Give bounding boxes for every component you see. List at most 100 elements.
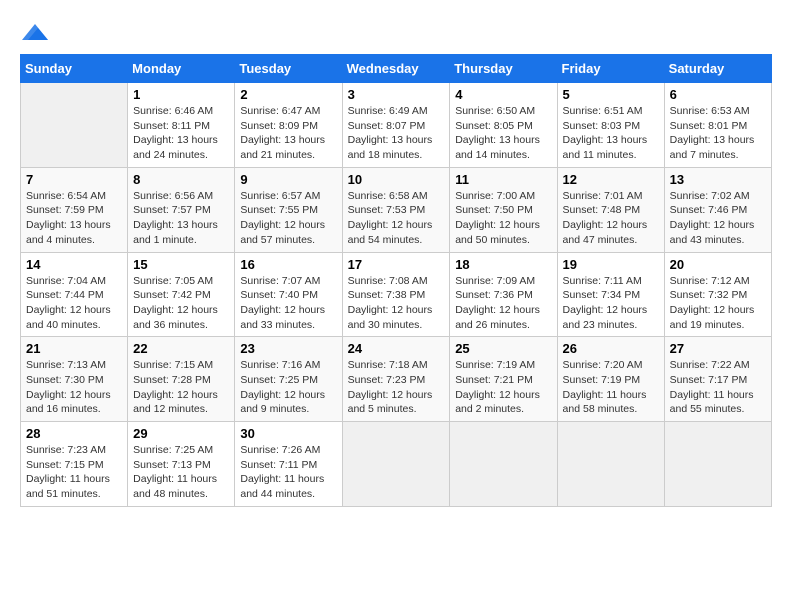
day-number: 28 [26, 426, 122, 441]
day-info: Sunrise: 6:58 AMSunset: 7:53 PMDaylight:… [348, 189, 445, 248]
day-info: Sunrise: 7:16 AMSunset: 7:25 PMDaylight:… [240, 358, 336, 417]
day-number: 26 [563, 341, 659, 356]
week-row-4: 21 Sunrise: 7:13 AMSunset: 7:30 PMDayligh… [21, 337, 772, 422]
calendar-cell: 30 Sunrise: 7:26 AMSunset: 7:11 PMDayligh… [235, 422, 342, 507]
calendar-cell [342, 422, 450, 507]
calendar-cell: 9 Sunrise: 6:57 AMSunset: 7:55 PMDaylight… [235, 167, 342, 252]
day-info: Sunrise: 7:09 AMSunset: 7:36 PMDaylight:… [455, 274, 551, 333]
day-info: Sunrise: 7:15 AMSunset: 7:28 PMDaylight:… [133, 358, 229, 417]
calendar-cell: 4 Sunrise: 6:50 AMSunset: 8:05 PMDaylight… [450, 83, 557, 168]
day-number: 23 [240, 341, 336, 356]
day-number: 1 [133, 87, 229, 102]
day-info: Sunrise: 7:07 AMSunset: 7:40 PMDaylight:… [240, 274, 336, 333]
day-number: 30 [240, 426, 336, 441]
weekday-header-sunday: Sunday [21, 55, 128, 83]
calendar-cell [450, 422, 557, 507]
day-number: 19 [563, 257, 659, 272]
day-info: Sunrise: 7:26 AMSunset: 7:11 PMDaylight:… [240, 443, 336, 502]
week-row-5: 28 Sunrise: 7:23 AMSunset: 7:15 PMDayligh… [21, 422, 772, 507]
calendar-cell [557, 422, 664, 507]
day-number: 13 [670, 172, 766, 187]
day-number: 25 [455, 341, 551, 356]
calendar-cell: 5Sunrise: 6:51 AMSunset: 8:03 PMDaylight… [557, 83, 664, 168]
day-info: Sunrise: 6:47 AMSunset: 8:09 PMDaylight:… [240, 104, 336, 163]
day-number: 8 [133, 172, 229, 187]
day-number: 3 [348, 87, 445, 102]
day-info: Sunrise: 6:51 AMSunset: 8:03 PMDaylight:… [563, 104, 659, 163]
day-number: 11 [455, 172, 551, 187]
page-header [20, 20, 772, 44]
day-number: 6 [670, 87, 766, 102]
calendar-table: SundayMondayTuesdayWednesdayThursdayFrid… [20, 54, 772, 507]
day-info: Sunrise: 6:49 AMSunset: 8:07 PMDaylight:… [348, 104, 445, 163]
day-info: Sunrise: 7:11 AMSunset: 7:34 PMDaylight:… [563, 274, 659, 333]
calendar-cell: 8 Sunrise: 6:56 AMSunset: 7:57 PMDaylight… [128, 167, 235, 252]
calendar-cell: 15 Sunrise: 7:05 AMSunset: 7:42 PMDayligh… [128, 252, 235, 337]
calendar-cell: 11Sunrise: 7:00 AMSunset: 7:50 PMDayligh… [450, 167, 557, 252]
calendar-cell: 3 Sunrise: 6:49 AMSunset: 8:07 PMDaylight… [342, 83, 450, 168]
day-info: Sunrise: 7:02 AMSunset: 7:46 PMDaylight:… [670, 189, 766, 248]
day-number: 24 [348, 341, 445, 356]
calendar-cell: 26 Sunrise: 7:20 AMSunset: 7:19 PMDayligh… [557, 337, 664, 422]
calendar-cell: 17 Sunrise: 7:08 AMSunset: 7:38 PMDayligh… [342, 252, 450, 337]
week-row-3: 14Sunrise: 7:04 AMSunset: 7:44 PMDayligh… [21, 252, 772, 337]
day-number: 21 [26, 341, 122, 356]
calendar-cell: 19 Sunrise: 7:11 AMSunset: 7:34 PMDayligh… [557, 252, 664, 337]
calendar-cell: 14Sunrise: 7:04 AMSunset: 7:44 PMDayligh… [21, 252, 128, 337]
day-info: Sunrise: 7:22 AMSunset: 7:17 PMDaylight:… [670, 358, 766, 417]
calendar-cell: 25Sunrise: 7:19 AMSunset: 7:21 PMDayligh… [450, 337, 557, 422]
weekday-header-wednesday: Wednesday [342, 55, 450, 83]
day-info: Sunrise: 6:57 AMSunset: 7:55 PMDaylight:… [240, 189, 336, 248]
day-info: Sunrise: 7:12 AMSunset: 7:32 PMDaylight:… [670, 274, 766, 333]
day-info: Sunrise: 6:50 AMSunset: 8:05 PMDaylight:… [455, 104, 551, 163]
day-info: Sunrise: 7:08 AMSunset: 7:38 PMDaylight:… [348, 274, 445, 333]
week-row-2: 7 Sunrise: 6:54 AMSunset: 7:59 PMDaylight… [21, 167, 772, 252]
calendar-cell: 23 Sunrise: 7:16 AMSunset: 7:25 PMDayligh… [235, 337, 342, 422]
day-info: Sunrise: 6:54 AMSunset: 7:59 PMDaylight:… [26, 189, 122, 248]
logo-icon [20, 20, 50, 44]
calendar-cell: 21 Sunrise: 7:13 AMSunset: 7:30 PMDayligh… [21, 337, 128, 422]
calendar-cell: 29 Sunrise: 7:25 AMSunset: 7:13 PMDayligh… [128, 422, 235, 507]
day-info: Sunrise: 7:18 AMSunset: 7:23 PMDaylight:… [348, 358, 445, 417]
day-number: 22 [133, 341, 229, 356]
day-number: 27 [670, 341, 766, 356]
calendar-cell: 13 Sunrise: 7:02 AMSunset: 7:46 PMDayligh… [664, 167, 771, 252]
weekday-header-monday: Monday [128, 55, 235, 83]
calendar-cell: 6Sunrise: 6:53 AMSunset: 8:01 PMDaylight… [664, 83, 771, 168]
day-number: 29 [133, 426, 229, 441]
day-number: 10 [348, 172, 445, 187]
calendar-cell: 18 Sunrise: 7:09 AMSunset: 7:36 PMDayligh… [450, 252, 557, 337]
calendar-cell: 24 Sunrise: 7:18 AMSunset: 7:23 PMDayligh… [342, 337, 450, 422]
weekday-header-row: SundayMondayTuesdayWednesdayThursdayFrid… [21, 55, 772, 83]
week-row-1: 1 Sunrise: 6:46 AMSunset: 8:11 PMDaylight… [21, 83, 772, 168]
day-number: 4 [455, 87, 551, 102]
day-info: Sunrise: 7:01 AMSunset: 7:48 PMDaylight:… [563, 189, 659, 248]
calendar-cell: 22 Sunrise: 7:15 AMSunset: 7:28 PMDayligh… [128, 337, 235, 422]
day-info: Sunrise: 7:20 AMSunset: 7:19 PMDaylight:… [563, 358, 659, 417]
calendar-cell: 7 Sunrise: 6:54 AMSunset: 7:59 PMDaylight… [21, 167, 128, 252]
day-number: 20 [670, 257, 766, 272]
day-number: 17 [348, 257, 445, 272]
day-number: 12 [563, 172, 659, 187]
calendar-cell: 28 Sunrise: 7:23 AMSunset: 7:15 PMDayligh… [21, 422, 128, 507]
calendar-cell: 20 Sunrise: 7:12 AMSunset: 7:32 PMDayligh… [664, 252, 771, 337]
calendar-cell: 12 Sunrise: 7:01 AMSunset: 7:48 PMDayligh… [557, 167, 664, 252]
calendar-cell: 2Sunrise: 6:47 AMSunset: 8:09 PMDaylight… [235, 83, 342, 168]
day-number: 15 [133, 257, 229, 272]
calendar-cell: 27 Sunrise: 7:22 AMSunset: 7:17 PMDayligh… [664, 337, 771, 422]
day-number: 18 [455, 257, 551, 272]
day-info: Sunrise: 7:25 AMSunset: 7:13 PMDaylight:… [133, 443, 229, 502]
calendar-cell [664, 422, 771, 507]
day-number: 9 [240, 172, 336, 187]
day-info: Sunrise: 7:23 AMSunset: 7:15 PMDaylight:… [26, 443, 122, 502]
day-info: Sunrise: 7:13 AMSunset: 7:30 PMDaylight:… [26, 358, 122, 417]
calendar-cell: 16Sunrise: 7:07 AMSunset: 7:40 PMDayligh… [235, 252, 342, 337]
day-info: Sunrise: 7:04 AMSunset: 7:44 PMDaylight:… [26, 274, 122, 333]
calendar-cell: 1 Sunrise: 6:46 AMSunset: 8:11 PMDaylight… [128, 83, 235, 168]
day-number: 7 [26, 172, 122, 187]
weekday-header-friday: Friday [557, 55, 664, 83]
day-info: Sunrise: 7:05 AMSunset: 7:42 PMDaylight:… [133, 274, 229, 333]
day-info: Sunrise: 6:56 AMSunset: 7:57 PMDaylight:… [133, 189, 229, 248]
calendar-cell [21, 83, 128, 168]
day-info: Sunrise: 6:46 AMSunset: 8:11 PMDaylight:… [133, 104, 229, 163]
